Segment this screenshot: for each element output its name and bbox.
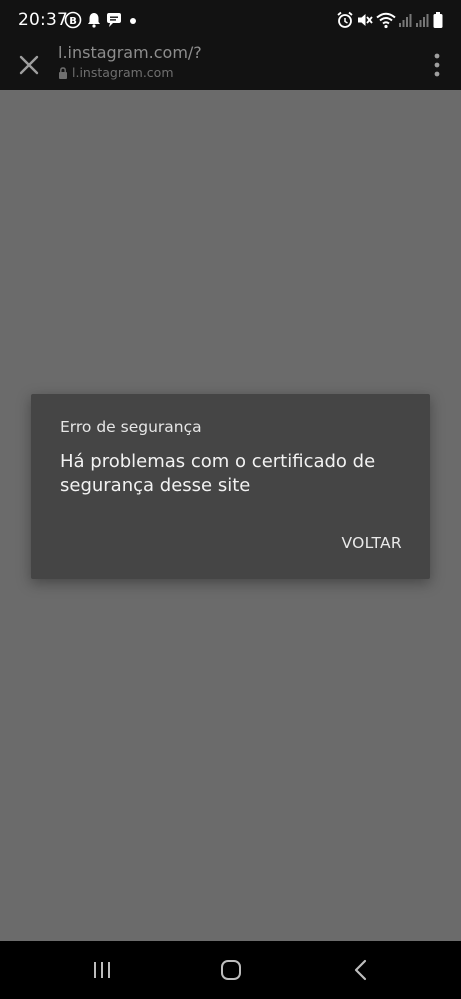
mute-icon [358, 14, 373, 26]
battery-icon [433, 12, 443, 28]
close-icon[interactable] [14, 50, 44, 80]
recents-icon[interactable] [87, 955, 117, 985]
screen: 20:37 B l.instagram.com/? l.instagram.co… [0, 0, 461, 999]
navigation-bar [0, 941, 461, 999]
back-button[interactable]: VOLTAR [342, 534, 402, 552]
url-text[interactable]: l.instagram.com/? [58, 43, 202, 62]
svg-text:B: B [69, 16, 77, 27]
more-options-icon[interactable] [431, 52, 443, 78]
signal-icon [399, 14, 412, 27]
dialog-title: Erro de segurança [60, 418, 202, 436]
b-badge-icon: B [64, 11, 82, 29]
dot-icon [130, 18, 136, 24]
dialog-message: Há problemas com o certificado de segura… [60, 451, 376, 496]
lock-icon [59, 67, 67, 79]
status-bar: 20:37 B [0, 0, 461, 40]
status-time: 20:37 [18, 10, 68, 30]
domain-text: l.instagram.com [72, 65, 174, 80]
browser-toolbar: l.instagram.com/? l.instagram.com [0, 40, 461, 90]
back-icon[interactable] [346, 955, 376, 985]
security-error-dialog: Erro de segurança Há problemas com o cer… [31, 394, 430, 579]
signal-icon [416, 14, 429, 27]
alarm-icon [337, 11, 353, 28]
home-icon[interactable] [216, 955, 246, 985]
wifi-icon [376, 12, 396, 29]
notification-bell-icon [88, 13, 100, 28]
chat-bubble-icon [107, 13, 121, 27]
